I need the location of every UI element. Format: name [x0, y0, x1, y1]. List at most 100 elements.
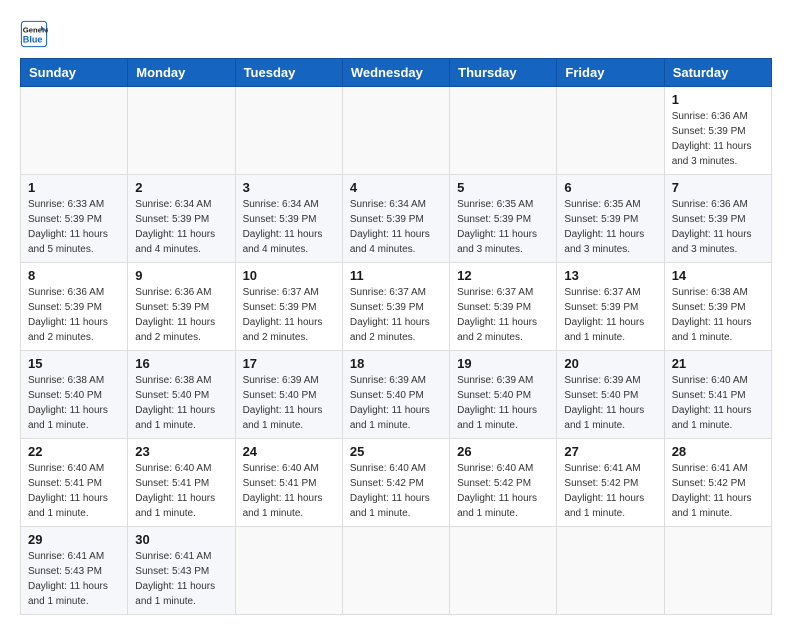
day-detail: Sunrise: 6:35 AMSunset: 5:39 PMDaylight:…	[457, 197, 549, 257]
sunset: Sunset: 5:39 PM	[564, 214, 638, 225]
calendar-cell: 22 Sunrise: 6:40 AMSunset: 5:41 PMDayligh…	[21, 439, 128, 527]
daylight: Daylight: 11 hours and 1 minute.	[457, 493, 537, 519]
sunset: Sunset: 5:40 PM	[350, 390, 424, 401]
calendar-cell: 12Sunrise: 6:37 AMSunset: 5:39 PMDayligh…	[450, 263, 557, 351]
day-detail: Sunrise: 6:35 AMSunset: 5:39 PMDaylight:…	[564, 197, 656, 257]
sunrise: Sunrise: 6:39 AM	[564, 375, 640, 386]
calendar-cell	[450, 87, 557, 175]
calendar-cell: 21Sunrise: 6:40 AMSunset: 5:41 PMDayligh…	[664, 351, 771, 439]
sunrise: Sunrise: 6:40 AM	[672, 375, 748, 386]
sunrise: Sunrise: 6:40 AM	[135, 463, 211, 474]
sunset: Sunset: 5:41 PM	[243, 478, 317, 489]
calendar-header-friday: Friday	[557, 59, 664, 87]
day-number: 2	[135, 180, 227, 195]
day-detail: Sunrise: 6:39 AMSunset: 5:40 PMDaylight:…	[564, 373, 656, 433]
daylight: Daylight: 11 hours and 5 minutes.	[28, 229, 108, 255]
day-detail: Sunrise: 6:40 AMSunset: 5:41 PMDaylight:…	[28, 461, 120, 521]
sunrise: Sunrise: 6:38 AM	[28, 375, 104, 386]
calendar-cell: 28Sunrise: 6:41 AMSunset: 5:42 PMDayligh…	[664, 439, 771, 527]
daylight: Daylight: 11 hours and 1 minute.	[243, 493, 323, 519]
sunset: Sunset: 5:42 PM	[672, 478, 746, 489]
day-number: 7	[672, 180, 764, 195]
calendar-cell	[128, 87, 235, 175]
calendar-week-1: 1Sunrise: 6:36 AMSunset: 5:39 PMDaylight…	[21, 87, 772, 175]
calendar-cell: 10 Sunrise: 6:37 AMSunset: 5:39 PMDayligh…	[235, 263, 342, 351]
sunset: Sunset: 5:42 PM	[350, 478, 424, 489]
sunset: Sunset: 5:41 PM	[28, 478, 102, 489]
day-detail: Sunrise: 6:37 AMSunset: 5:39 PMDaylight:…	[350, 285, 442, 345]
day-detail: Sunrise: 6:40 AMSunset: 5:42 PMDaylight:…	[350, 461, 442, 521]
calendar-cell	[664, 527, 771, 615]
day-detail: Sunrise: 6:38 AMSunset: 5:40 PMDaylight:…	[135, 373, 227, 433]
calendar-cell: 23Sunrise: 6:40 AMSunset: 5:41 PMDayligh…	[128, 439, 235, 527]
calendar-cell: 3Sunrise: 6:34 AMSunset: 5:39 PMDaylight…	[235, 175, 342, 263]
sunset: Sunset: 5:39 PM	[28, 214, 102, 225]
day-number: 28	[672, 444, 764, 459]
calendar-week-2: 1 Sunrise: 6:33 AMSunset: 5:39 PMDaylight…	[21, 175, 772, 263]
sunset: Sunset: 5:39 PM	[350, 214, 424, 225]
day-detail: Sunrise: 6:40 AMSunset: 5:41 PMDaylight:…	[243, 461, 335, 521]
calendar-cell: 4Sunrise: 6:34 AMSunset: 5:39 PMDaylight…	[342, 175, 449, 263]
day-detail: Sunrise: 6:39 AMSunset: 5:40 PMDaylight:…	[350, 373, 442, 433]
calendar-cell	[342, 527, 449, 615]
day-number: 18	[350, 356, 442, 371]
day-detail: Sunrise: 6:36 AMSunset: 5:39 PMDaylight:…	[672, 197, 764, 257]
sunset: Sunset: 5:40 PM	[243, 390, 317, 401]
logo: General Blue	[20, 20, 52, 48]
sunset: Sunset: 5:41 PM	[135, 478, 209, 489]
daylight: Daylight: 11 hours and 1 minute.	[672, 405, 752, 431]
calendar-week-4: 15Sunrise: 6:38 AMSunset: 5:40 PMDayligh…	[21, 351, 772, 439]
day-number: 25	[350, 444, 442, 459]
calendar-cell: 29Sunrise: 6:41 AMSunset: 5:43 PMDayligh…	[21, 527, 128, 615]
calendar-header-wednesday: Wednesday	[342, 59, 449, 87]
daylight: Daylight: 11 hours and 1 minute.	[672, 493, 752, 519]
calendar-cell: 9 Sunrise: 6:36 AMSunset: 5:39 PMDaylight…	[128, 263, 235, 351]
sunset: Sunset: 5:39 PM	[28, 302, 102, 313]
daylight: Daylight: 11 hours and 2 minutes.	[457, 317, 537, 343]
daylight: Daylight: 11 hours and 1 minute.	[135, 493, 215, 519]
sunset: Sunset: 5:39 PM	[672, 302, 746, 313]
calendar-body: 1Sunrise: 6:36 AMSunset: 5:39 PMDaylight…	[21, 87, 772, 615]
day-detail: Sunrise: 6:40 AMSunset: 5:41 PMDaylight:…	[672, 373, 764, 433]
daylight: Daylight: 11 hours and 1 minute.	[28, 405, 108, 431]
day-number: 17	[243, 356, 335, 371]
sunset: Sunset: 5:39 PM	[457, 302, 531, 313]
day-number: 30	[135, 532, 227, 547]
day-number: 19	[457, 356, 549, 371]
day-number: 26	[457, 444, 549, 459]
sunset: Sunset: 5:40 PM	[457, 390, 531, 401]
daylight: Daylight: 11 hours and 1 minute.	[135, 581, 215, 607]
day-detail: Sunrise: 6:33 AMSunset: 5:39 PMDaylight:…	[28, 197, 120, 257]
sunrise: Sunrise: 6:36 AM	[135, 287, 211, 298]
calendar-cell: 7 Sunrise: 6:36 AMSunset: 5:39 PMDaylight…	[664, 175, 771, 263]
day-detail: Sunrise: 6:36 AMSunset: 5:39 PMDaylight:…	[135, 285, 227, 345]
day-number: 9	[135, 268, 227, 283]
sunrise: Sunrise: 6:39 AM	[350, 375, 426, 386]
day-detail: Sunrise: 6:37 AMSunset: 5:39 PMDaylight:…	[564, 285, 656, 345]
day-detail: Sunrise: 6:40 AM Sunset: 5:42 PM Daylight:…	[457, 461, 549, 521]
day-detail: Sunrise: 6:41 AMSunset: 5:42 PMDaylight:…	[564, 461, 656, 521]
calendar-cell	[235, 87, 342, 175]
day-number: 1	[28, 180, 120, 195]
calendar-cell: 20Sunrise: 6:39 AMSunset: 5:40 PMDayligh…	[557, 351, 664, 439]
calendar-cell: 19Sunrise: 6:39 AMSunset: 5:40 PMDayligh…	[450, 351, 557, 439]
logo-icon: General Blue	[20, 20, 48, 48]
day-detail: Sunrise: 6:37 AMSunset: 5:39 PMDaylight:…	[243, 285, 335, 345]
daylight: Daylight: 11 hours and 1 minute.	[350, 493, 430, 519]
calendar-cell	[450, 527, 557, 615]
day-number: 16	[135, 356, 227, 371]
calendar-cell: 13Sunrise: 6:37 AMSunset: 5:39 PMDayligh…	[557, 263, 664, 351]
day-number: 10	[243, 268, 335, 283]
day-number: 24	[243, 444, 335, 459]
svg-text:Blue: Blue	[23, 34, 43, 44]
sunrise: Sunrise: 6:35 AM	[564, 199, 640, 210]
day-number: 4	[350, 180, 442, 195]
calendar-header-saturday: Saturday	[664, 59, 771, 87]
calendar-week-3: 8Sunrise: 6:36 AMSunset: 5:39 PMDaylight…	[21, 263, 772, 351]
calendar-header-monday: Monday	[128, 59, 235, 87]
day-number: 22	[28, 444, 120, 459]
sunset: Sunset: 5:42 PM	[457, 478, 531, 489]
sunrise: Sunrise: 6:37 AM	[243, 287, 319, 298]
sunrise: Sunrise: 6:40 AM	[457, 463, 533, 474]
daylight: Daylight: 11 hours and 1 minute.	[564, 317, 644, 343]
